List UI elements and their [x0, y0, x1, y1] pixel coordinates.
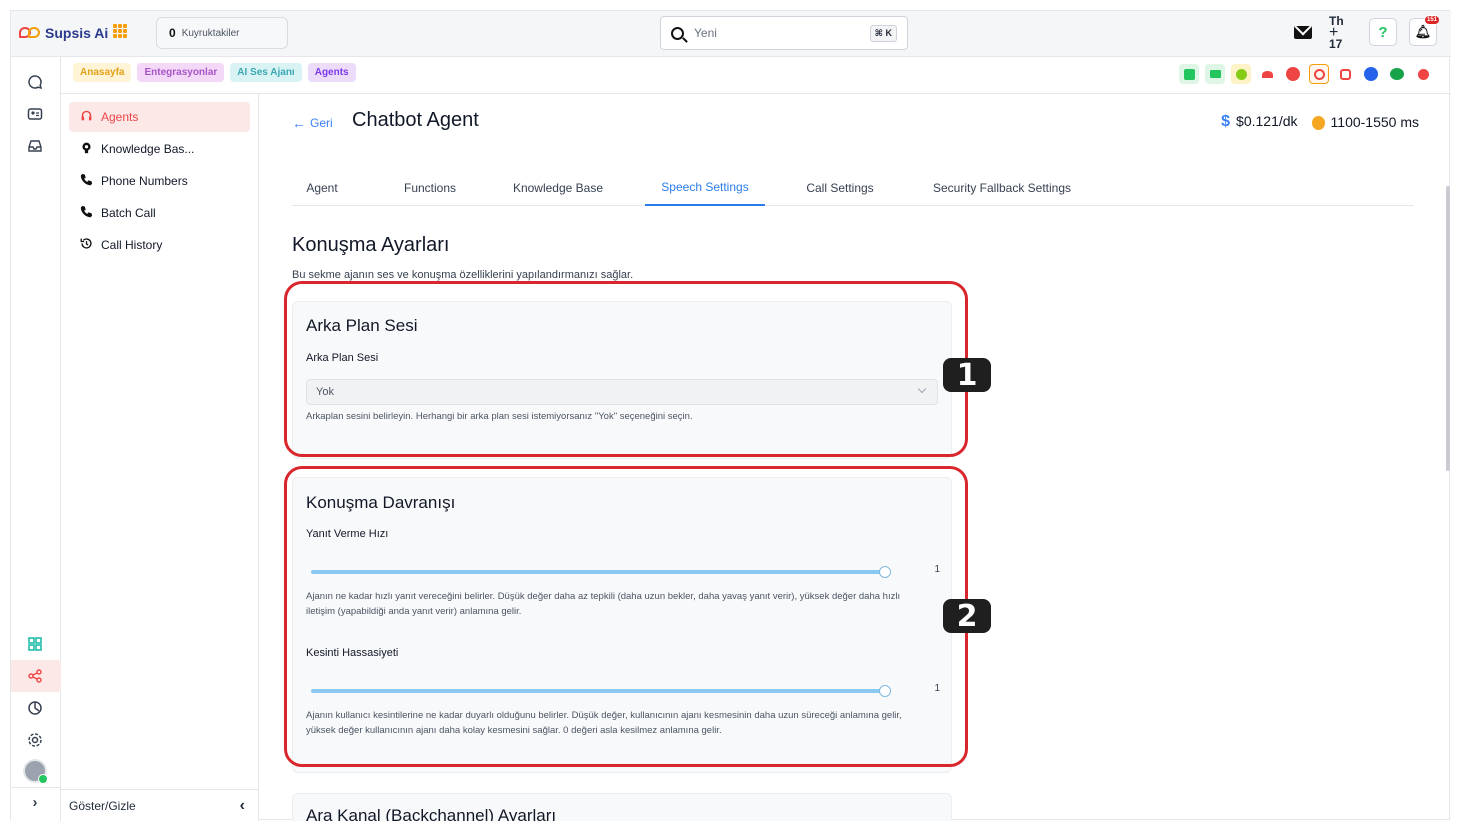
avatar[interactable] — [23, 759, 48, 784]
tab-speech-settings[interactable]: Speech Settings — [645, 170, 765, 206]
breadcrumb-integrations[interactable]: Entegrasyonlar — [137, 63, 225, 82]
breadcrumb-ai-voice-agent[interactable]: AI Ses Ajanı — [230, 63, 302, 82]
expand-chevron-icon[interactable]: › — [26, 793, 44, 811]
breadcrumb: Anasayfa Entegrasyonlar AI Ses Ajanı Age… — [73, 63, 356, 82]
tab-functions[interactable]: Functions — [384, 170, 476, 206]
sidebar-item-knowledge-base[interactable]: Knowledge Bas... — [69, 134, 250, 164]
section-title: Konuşma Ayarları — [292, 234, 450, 256]
sidebar-item-phone-numbers[interactable]: Phone Numbers — [69, 166, 250, 196]
queue-count: 0 — [169, 26, 176, 40]
sidebar-item-batch-call[interactable]: Batch Call — [69, 198, 250, 228]
sidebar-item-label: Call History — [101, 238, 163, 252]
mail-icon — [1294, 25, 1312, 39]
share-icon[interactable] — [26, 667, 44, 685]
channel-icons — [1179, 64, 1433, 84]
latency: 1100-1550 ms — [1311, 113, 1419, 131]
sidebar-toggle[interactable]: Göster/Gizle ‹ — [61, 789, 259, 821]
wifi-channel-icon[interactable] — [1257, 64, 1277, 84]
chevron-left-icon[interactable]: ‹ — [240, 797, 245, 815]
sidebar-item-call-history[interactable]: Call History — [69, 230, 250, 260]
inbox-icon[interactable] — [26, 137, 44, 155]
phone-icon — [79, 205, 93, 221]
timer-icon — [1311, 116, 1325, 131]
price: $ $0.121/dk — [1221, 113, 1297, 131]
bell-icon: 🔔︎ — [1414, 24, 1432, 39]
phone-icon — [79, 173, 93, 189]
headset-icon — [79, 109, 93, 125]
logo-icon — [19, 25, 41, 41]
section-description: Bu sekme ajanın ses ve konuşma özellikle… — [292, 269, 634, 281]
history-icon — [79, 237, 93, 253]
search-shortcut: ⌘ K — [869, 25, 897, 42]
sidebar-item-label: Batch Call — [101, 206, 156, 220]
contacts-icon[interactable] — [26, 105, 44, 123]
tab-bar: Agent Functions Knowledge Base Speech Se… — [292, 170, 1414, 206]
annotation-number-1: 1 — [943, 358, 991, 393]
arrow-left-icon: ← — [292, 115, 306, 131]
notification-badge: 151 — [1423, 15, 1440, 25]
search-placeholder: Yeni — [694, 26, 717, 40]
brain-icon — [79, 141, 93, 157]
reports-icon[interactable] — [26, 699, 44, 717]
voice-channel-icon[interactable] — [1231, 64, 1251, 84]
annotation-box-1 — [284, 281, 968, 457]
list-channel-icon[interactable] — [1205, 64, 1225, 84]
other-channel-icon[interactable] — [1413, 64, 1433, 84]
tab-security-fallback-settings[interactable]: Security Fallback Settings — [917, 170, 1087, 206]
mail-button[interactable] — [1289, 18, 1317, 46]
sidebar-toggle-label: Göster/Gizle — [69, 798, 136, 813]
notifications-button[interactable]: 🔔︎ 151 — [1409, 15, 1440, 46]
dollar-icon: $ — [1221, 113, 1231, 130]
queue-button[interactable]: 0 Kuyruktakiler — [156, 17, 288, 49]
dashboard-icon[interactable] — [26, 635, 44, 653]
messenger-channel-icon[interactable] — [1361, 64, 1381, 84]
calendar-icon: Th + 17 — [1329, 13, 1344, 51]
sidebar-item-agents[interactable]: Agents — [69, 102, 250, 132]
search-input[interactable]: Yeni ⌘ K — [660, 16, 908, 50]
calendar-button[interactable]: Th + 17 — [1329, 15, 1357, 50]
card-title: Ara Kanal (Backchannel) Ayarları — [306, 806, 557, 821]
sidebar: Agents Knowledge Bas... Phone Numbers Ba… — [61, 94, 259, 821]
apps-grid-icon[interactable] — [113, 24, 127, 38]
backchannel-card: Ara Kanal (Backchannel) Ayarları — [292, 793, 952, 821]
breadcrumb-agents[interactable]: Agents — [307, 63, 356, 82]
app-logo[interactable]: Supsis Ai — [19, 21, 108, 45]
chat-icon[interactable] — [26, 73, 44, 91]
help-button[interactable]: ? — [1369, 18, 1397, 46]
search-icon — [671, 26, 684, 40]
sidebar-item-label: Knowledge Bas... — [101, 142, 195, 156]
app-window: Supsis Ai 0 Kuyruktakiler Yeni ⌘ K Th + … — [10, 10, 1451, 821]
calendar-date: 17 — [1329, 36, 1343, 51]
sidebar-item-label: Agents — [101, 110, 139, 124]
tab-agent[interactable]: Agent — [292, 170, 352, 206]
sms-channel-icon[interactable] — [1387, 64, 1407, 84]
top-bar: Supsis Ai 0 Kuyruktakiler Yeni ⌘ K Th + … — [11, 11, 1451, 57]
breadcrumb-home[interactable]: Anasayfa — [73, 63, 132, 82]
app-name: Supsis Ai — [45, 25, 109, 41]
annotation-box-2 — [284, 466, 968, 767]
icon-rail: › — [11, 57, 61, 821]
help-icon: ? — [1378, 23, 1388, 41]
price-value: $0.121/dk — [1236, 113, 1298, 129]
sidebar-item-label: Phone Numbers — [101, 174, 188, 188]
tab-call-settings[interactable]: Call Settings — [792, 170, 888, 206]
page-title: Chatbot Agent — [352, 109, 479, 131]
queue-label: Kuyruktakiler — [181, 27, 240, 39]
back-button[interactable]: ← Geri — [292, 115, 333, 131]
rail-divider — [11, 787, 61, 788]
tab-knowledge-base[interactable]: Knowledge Base — [496, 170, 620, 206]
scrollbar[interactable] — [1446, 186, 1450, 471]
latency-value: 1100-1550 ms — [1330, 113, 1419, 130]
back-label: Geri — [310, 116, 333, 130]
telegram-channel-icon[interactable] — [1283, 64, 1303, 84]
cost-info: $ $0.121/dk 1100-1550 ms — [1221, 113, 1419, 131]
whatsapp-channel-icon[interactable] — [1309, 64, 1329, 84]
annotation-number-2: 2 — [943, 599, 991, 634]
settings-icon[interactable] — [26, 731, 44, 749]
bot-channel-icon[interactable] — [1179, 64, 1199, 84]
instagram-channel-icon[interactable] — [1335, 64, 1355, 84]
